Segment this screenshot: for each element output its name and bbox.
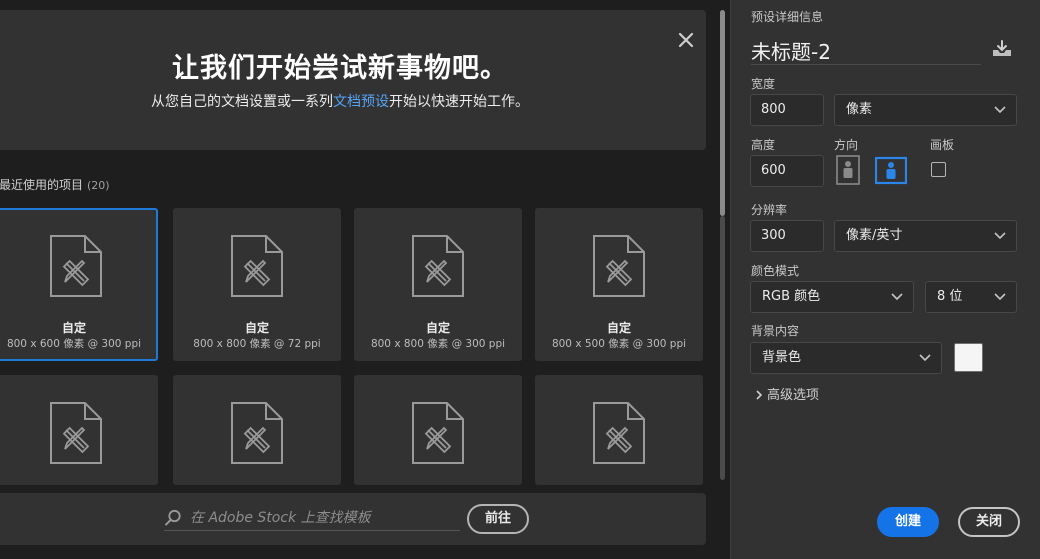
height-input[interactable]: 600 [750, 155, 824, 187]
recent-items-title: 您最近使用的项目 [0, 178, 84, 192]
recent-item-spec: 800 x 600 像素 @ 300 ppi [6, 338, 142, 350]
recent-item-card[interactable] [0, 375, 158, 485]
preset-details-panel: 预设详细信息 未标题-2 宽度 800 像素 高度 600 方向 画板 分辨率 … [730, 0, 1040, 559]
scrollbar-track[interactable] [720, 216, 725, 480]
artboard-label: 画板 [930, 138, 955, 152]
document-icon [412, 402, 464, 464]
create-button[interactable]: 创建 [877, 507, 939, 537]
adobe-stock-search-bar: 前往 [0, 493, 706, 545]
resolution-unit-value: 像素/英寸 [846, 228, 903, 243]
width-unit-value: 像素 [846, 102, 873, 117]
recent-item-spec: 800 x 500 像素 @ 300 ppi [551, 338, 687, 350]
document-icon [593, 235, 645, 297]
close-icon[interactable] [676, 30, 696, 50]
background-color-swatch[interactable] [954, 343, 983, 372]
document-presets-link[interactable]: 文档预设 [333, 94, 389, 110]
chevron-down-icon [994, 293, 1006, 301]
chevron-down-icon [994, 232, 1006, 240]
width-unit-select[interactable]: 像素 [834, 94, 1017, 126]
recent-item-spec: 800 x 800 像素 @ 300 ppi [370, 338, 506, 350]
chevron-down-icon [919, 354, 931, 362]
bit-depth-value: 8 位 [937, 289, 963, 304]
recent-item-card[interactable] [354, 375, 522, 485]
document-icon [231, 402, 283, 464]
chevron-down-icon [891, 293, 903, 301]
height-label: 高度 [751, 138, 776, 152]
bit-depth-select[interactable]: 8 位 [925, 281, 1017, 313]
banner-subtitle-suffix: 开始以快速开始工作。 [389, 94, 529, 110]
search-icon [165, 509, 181, 526]
recent-item-card[interactable]: 自定 800 x 600 像素 @ 300 ppi [0, 208, 158, 361]
background-contents-select[interactable]: 背景色 [750, 342, 942, 374]
recent-item-name: 自定 [606, 321, 631, 335]
document-icon [50, 402, 102, 464]
preset-name-underline [751, 64, 981, 65]
save-preset-icon[interactable] [991, 38, 1013, 60]
start-workspace: 让我们开始尝试新事物吧。 从您自己的文档设置或一系列文档预设开始以快速开始工作。… [0, 0, 730, 559]
recent-item-name: 自定 [244, 321, 269, 335]
recent-item-card[interactable]: 自定 800 x 800 像素 @ 300 ppi [354, 208, 522, 361]
chevron-right-icon [756, 390, 763, 400]
banner-title: 让我们开始尝试新事物吧。 [172, 53, 508, 84]
color-mode-select[interactable]: RGB 颜色 [750, 281, 914, 313]
welcome-banner: 让我们开始尝试新事物吧。 从您自己的文档设置或一系列文档预设开始以快速开始工作。 [0, 10, 706, 150]
resolution-label: 分辨率 [751, 203, 788, 217]
background-contents-label: 背景内容 [751, 324, 800, 338]
document-icon [50, 235, 102, 297]
background-contents-value: 背景色 [762, 350, 802, 365]
landscape-orientation-icon[interactable] [875, 155, 907, 185]
recent-item-spec: 800 x 800 像素 @ 72 ppi [193, 338, 321, 350]
advanced-options-toggle[interactable]: 高级选项 [755, 384, 819, 403]
stock-search-field [164, 503, 460, 531]
recent-item-card[interactable]: 自定 800 x 800 像素 @ 72 ppi [173, 208, 341, 361]
width-label: 宽度 [751, 77, 776, 91]
banner-subtitle: 从您自己的文档设置或一系列文档预设开始以快速开始工作。 [0, 91, 680, 111]
preset-name-field[interactable]: 未标题-2 [751, 36, 831, 65]
document-icon [412, 235, 464, 297]
artboard-checkbox[interactable] [931, 162, 946, 177]
color-mode-label: 颜色模式 [751, 264, 800, 278]
color-mode-value: RGB 颜色 [762, 289, 821, 304]
recent-items-heading: 您最近使用的项目(20) [0, 176, 110, 193]
recent-item-name: 自定 [61, 321, 86, 335]
portrait-orientation-icon[interactable] [834, 155, 862, 185]
recent-item-card[interactable] [535, 375, 703, 485]
resolution-unit-select[interactable]: 像素/英寸 [834, 220, 1017, 252]
scrollbar-thumb[interactable] [720, 10, 725, 216]
go-button[interactable]: 前往 [467, 504, 529, 534]
stock-search-input[interactable] [190, 507, 458, 529]
banner-subtitle-prefix: 从您自己的文档设置或一系列 [151, 94, 333, 110]
recent-item-card[interactable]: 自定 800 x 500 像素 @ 300 ppi [535, 208, 703, 361]
recent-items-count: (20) [87, 179, 110, 192]
close-button[interactable]: 关闭 [958, 507, 1020, 537]
orientation-label: 方向 [834, 138, 859, 152]
preset-details-title: 预设详细信息 [751, 10, 824, 24]
width-input[interactable]: 800 [750, 94, 824, 126]
document-icon [593, 402, 645, 464]
recent-item-card[interactable] [173, 375, 341, 485]
advanced-options-label: 高级选项 [767, 388, 820, 403]
resolution-input[interactable]: 300 [750, 220, 824, 252]
document-icon [231, 235, 283, 297]
chevron-down-icon [994, 106, 1006, 114]
recent-item-name: 自定 [425, 321, 450, 335]
